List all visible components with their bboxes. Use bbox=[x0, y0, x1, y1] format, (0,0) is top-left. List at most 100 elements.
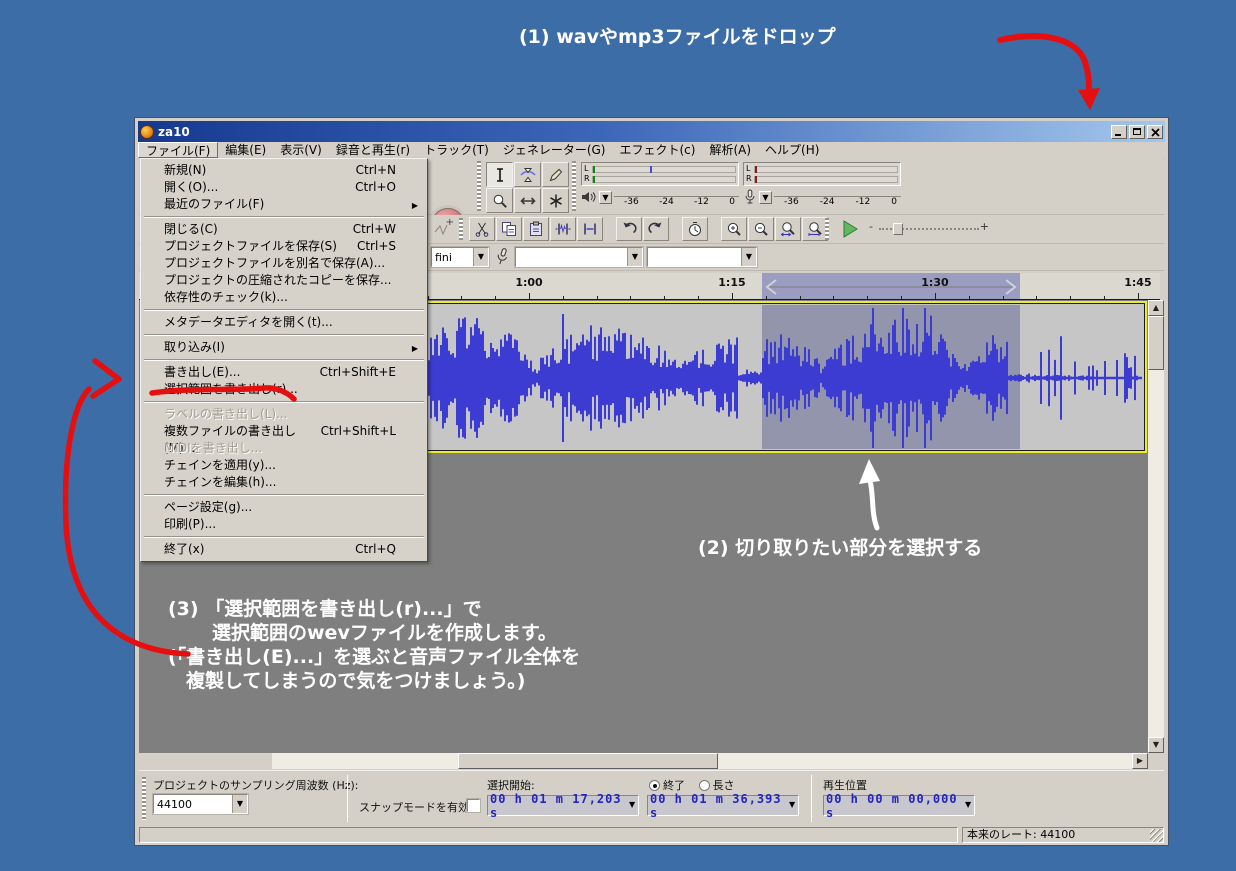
toolbar-grabber[interactable] bbox=[477, 161, 481, 211]
menubar-item[interactable]: ファイル(F) bbox=[138, 142, 218, 158]
chevron-down-icon[interactable]: ▼ bbox=[786, 796, 798, 815]
chevron-down-icon[interactable]: ▼ bbox=[627, 248, 642, 266]
input-device-combo[interactable]: ▼ bbox=[515, 247, 643, 267]
zoom-in-button[interactable] bbox=[721, 217, 747, 241]
menu-item[interactable]: 最近のファイル(F)▶ bbox=[142, 196, 426, 213]
meter-r-label: R bbox=[584, 175, 592, 183]
menubar-item[interactable]: 解析(A) bbox=[702, 142, 758, 158]
menu-item[interactable]: チェインを編集(h)... bbox=[142, 474, 426, 491]
partial-button[interactable]: + bbox=[431, 217, 455, 241]
undo-button[interactable] bbox=[616, 217, 642, 241]
menu-item[interactable]: 開く(O)...Ctrl+O bbox=[142, 179, 426, 196]
menu-item[interactable]: チェインを適用(y)... bbox=[142, 457, 426, 474]
toolbar-grabber[interactable] bbox=[825, 218, 829, 240]
playback-meter[interactable]: L R ▼ -36-24-120 bbox=[581, 162, 739, 211]
end-radio[interactable] bbox=[649, 780, 660, 791]
meter-dropdown-arrow[interactable]: ▼ bbox=[759, 191, 772, 204]
menubar-item[interactable]: ジェネレーター(G) bbox=[496, 142, 613, 158]
toolbar-grabber[interactable] bbox=[142, 777, 146, 820]
menubar-item[interactable]: トラック(T) bbox=[417, 142, 496, 158]
menu-item-shortcut: Ctrl+S bbox=[357, 238, 396, 255]
length-radio[interactable] bbox=[699, 780, 710, 791]
timeshift-tool-button[interactable] bbox=[514, 188, 541, 213]
menu-item[interactable]: プロジェクトファイルを別名で保存(A)... bbox=[142, 255, 426, 272]
play-icon bbox=[840, 219, 860, 239]
draw-tool-button[interactable] bbox=[542, 162, 569, 187]
meter-scale-label: -24 bbox=[820, 197, 835, 207]
menu-item[interactable]: 選択範囲を書き出し(r)... bbox=[142, 381, 426, 398]
ruler-tick bbox=[833, 296, 834, 299]
menu-item[interactable]: 書き出し(E)... Ctrl+Shift+E bbox=[142, 364, 426, 381]
play-position-field[interactable]: 00 h 00 m 00,000 s ▼ bbox=[823, 795, 975, 816]
menu-item[interactable]: 取り込み(I)▶ bbox=[142, 339, 426, 356]
vscroll-thumb[interactable] bbox=[1148, 316, 1164, 370]
chevron-down-icon[interactable]: ▼ bbox=[232, 795, 247, 813]
menubar-item[interactable]: エフェクト(c) bbox=[613, 142, 703, 158]
menu-item[interactable]: プロジェクトの圧縮されたコピーを保存... bbox=[142, 272, 426, 289]
selection-end-field[interactable]: 00 h 01 m 36,393 s ▼ bbox=[647, 795, 799, 816]
menu-item[interactable]: 閉じる(C)Ctrl+W bbox=[142, 221, 426, 238]
recording-meter[interactable]: L R ▼ -36-24-120 bbox=[743, 162, 901, 211]
chevron-down-icon[interactable]: ▼ bbox=[626, 796, 638, 815]
menubar-item[interactable]: 編集(E) bbox=[218, 142, 273, 158]
menu-item[interactable]: 新規(N)Ctrl+N bbox=[142, 162, 426, 179]
redo-icon bbox=[648, 221, 664, 237]
menu-item[interactable]: 依存性のチェック(k)... bbox=[142, 289, 426, 306]
input-channels-combo[interactable]: ▼ bbox=[647, 247, 757, 267]
play-at-speed-button[interactable] bbox=[836, 217, 864, 241]
zoom-tool-button[interactable] bbox=[486, 188, 513, 213]
menu-item[interactable]: 印刷(P)... bbox=[142, 516, 426, 533]
menu-item-label: プロジェクトファイルを別名で保存(A)... bbox=[164, 255, 385, 272]
timer-button[interactable] bbox=[682, 217, 708, 241]
menubar-item[interactable]: ヘルプ(H) bbox=[758, 142, 826, 158]
toolbar-grabber[interactable] bbox=[572, 161, 576, 211]
ruler-selection[interactable] bbox=[762, 273, 1020, 300]
redo-button[interactable] bbox=[643, 217, 669, 241]
chevron-down-icon[interactable]: ▼ bbox=[473, 248, 488, 266]
silence-button[interactable] bbox=[577, 217, 603, 241]
chevron-down-icon[interactable]: ▼ bbox=[741, 248, 756, 266]
selection-tool-button[interactable] bbox=[486, 162, 513, 187]
menu-item[interactable]: メタデータエディタを開く(t)... bbox=[142, 314, 426, 331]
sample-rate-combo[interactable]: 44100 ▼ bbox=[153, 794, 248, 814]
snap-checkbox[interactable] bbox=[467, 799, 480, 812]
trim-button[interactable] bbox=[550, 217, 576, 241]
slider-thumb[interactable] bbox=[893, 223, 903, 235]
menu-item[interactable]: 複数ファイルの書き出し(M)...Ctrl+Shift+L bbox=[142, 423, 426, 440]
scroll-up-icon[interactable]: ▲ bbox=[1148, 300, 1164, 316]
meter-dropdown-arrow[interactable]: ▼ bbox=[599, 191, 612, 204]
multi-tool-button[interactable] bbox=[542, 188, 569, 213]
maximize-button[interactable] bbox=[1129, 125, 1145, 139]
title-bar[interactable]: za10 bbox=[138, 121, 1165, 142]
menubar-item[interactable]: 録音と再生(r) bbox=[329, 142, 417, 158]
menu-item[interactable]: プロジェクトファイルを保存(S)Ctrl+S bbox=[142, 238, 426, 255]
zoom-selection-button[interactable] bbox=[775, 217, 801, 241]
chevron-down-icon[interactable]: ▼ bbox=[962, 796, 974, 815]
menu-item-label: 閉じる(C) bbox=[164, 221, 218, 238]
minimize-button[interactable] bbox=[1111, 125, 1127, 139]
selection-start-field[interactable]: 00 h 01 m 17,203 s ▼ bbox=[487, 795, 639, 816]
menu-item[interactable]: 終了(x)Ctrl+Q bbox=[142, 541, 426, 558]
edit-toolbar bbox=[469, 217, 829, 241]
menu-bar: ファイル(F)編集(E)表示(V)録音と再生(r)トラック(T)ジェネレーター(… bbox=[138, 142, 1165, 159]
toolbar-grabber[interactable] bbox=[459, 218, 463, 240]
hscroll-thumb[interactable] bbox=[458, 753, 718, 769]
resize-grip[interactable] bbox=[1150, 829, 1163, 842]
menu-item-shortcut: Ctrl+Shift+E bbox=[320, 364, 396, 381]
menu-item[interactable]: ページ設定(g)... bbox=[142, 499, 426, 516]
scroll-down-icon[interactable]: ▼ bbox=[1148, 737, 1164, 753]
ruler-tick bbox=[1003, 296, 1004, 299]
copy-button[interactable] bbox=[496, 217, 522, 241]
paste-button[interactable] bbox=[523, 217, 549, 241]
playback-speed-slider[interactable]: - + bbox=[869, 219, 989, 239]
menubar-item[interactable]: 表示(V) bbox=[273, 142, 329, 158]
cut-button[interactable] bbox=[469, 217, 495, 241]
vertical-scrollbar[interactable]: ▲ ▼ bbox=[1148, 300, 1164, 753]
horizontal-scrollbar[interactable]: ◀ ▶ bbox=[139, 753, 1164, 769]
scroll-right-icon[interactable]: ▶ bbox=[1132, 753, 1148, 769]
menu-item-label: 書き出し(E)... bbox=[164, 364, 240, 381]
close-button[interactable] bbox=[1147, 125, 1163, 139]
zoom-out-button[interactable] bbox=[748, 217, 774, 241]
envelope-tool-button[interactable] bbox=[514, 162, 541, 187]
output-device-combo[interactable]: fini ▼ bbox=[431, 247, 489, 267]
